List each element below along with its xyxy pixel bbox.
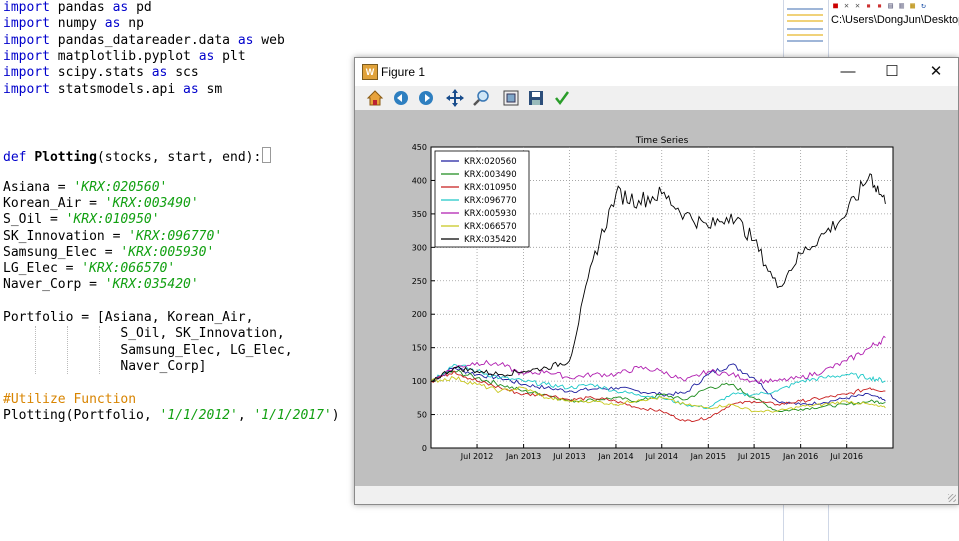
code-line-assign-s-oil: S_Oil = 'KRX:010950'	[3, 212, 160, 227]
edit-check-icon[interactable]	[553, 89, 571, 107]
x-tick-label: Jul 2015	[737, 452, 771, 461]
time-series-chart[interactable]: 0 50 100 150 200 250 300 350 400 450 Jul 2012 Jan …	[355, 110, 958, 486]
x-tick-label: Jul 2012	[460, 452, 494, 461]
save-icon[interactable]	[527, 89, 545, 107]
legend: KRX:020560 KRX:003490 KRX:010950 KRX:096770…	[434, 150, 530, 248]
home-icon[interactable]	[366, 89, 384, 107]
map-line	[787, 8, 823, 10]
legend-entry: KRX:035420	[464, 235, 517, 245]
x-tick-label: Jan 2014	[597, 452, 633, 461]
minimize-button[interactable]: —	[826, 58, 870, 86]
code-line-import-pandas: import pandas as pd	[3, 0, 152, 15]
y-tick-label: 50	[417, 411, 427, 420]
y-tick-label: 450	[412, 143, 427, 152]
subplots-icon[interactable]	[502, 89, 520, 107]
panel-toolbar: ■ ✕ ✕ ▪ ▪ ▤ ▥ ▦ ↻	[831, 1, 928, 13]
indent-guide	[67, 326, 68, 374]
chart-icon[interactable]: ▥	[897, 1, 906, 10]
maximize-button[interactable]: ☐	[870, 58, 914, 86]
map-line	[787, 28, 823, 30]
y-tick-label: 400	[412, 176, 427, 185]
y-tick-label: 350	[412, 210, 427, 219]
window-titlebar[interactable]: W Figure 1 — ☐ ✕	[355, 58, 958, 86]
code-line-import-pyplot: import matplotlib.pyplot as plt	[3, 49, 246, 64]
map-line	[787, 40, 823, 42]
y-tick-label: 150	[412, 344, 427, 353]
legend-entry: KRX:096770	[464, 196, 517, 206]
page-icon[interactable]: ▤	[886, 1, 895, 10]
chart-title: Time Series	[635, 136, 689, 146]
x-tick-label: Jul 2013	[552, 452, 586, 461]
figure-toolbar	[355, 86, 958, 111]
code-line-portfolio-2: S_Oil, SK_Innovation,	[3, 326, 285, 341]
y-tick-label: 100	[412, 377, 427, 386]
code-line-call: Plotting(Portfolio, '1/1/2012', '1/1/201…	[3, 408, 340, 423]
matplotlib-app-icon: W	[362, 64, 378, 80]
code-line-comment: #Utilize Function	[3, 392, 137, 407]
code-line-import-statsmodels: import statsmodels.api as sm	[3, 82, 223, 97]
y-tick-label: 250	[412, 277, 427, 286]
forward-arrow-icon[interactable]	[417, 89, 435, 107]
pan-icon[interactable]	[446, 89, 464, 107]
delete-icon[interactable]: ▪	[864, 1, 873, 10]
delete-all-icon[interactable]: ▪	[875, 1, 884, 10]
fold-marker[interactable]	[262, 147, 272, 163]
legend-entry: KRX:020560	[464, 157, 517, 167]
figure-canvas[interactable]: 0 50 100 150 200 250 300 350 400 450 Jul 2012 Jan …	[355, 110, 958, 486]
code-line-assign-asiana: Asiana = 'KRX:020560'	[3, 180, 168, 195]
map-line	[787, 34, 823, 36]
resize-grip-icon[interactable]	[948, 494, 956, 502]
y-tick-label: 0	[422, 444, 427, 453]
tool-icon[interactable]: ✕	[853, 1, 862, 10]
code-line-import-numpy: import numpy as np	[3, 16, 144, 31]
code-line-portfolio-3: Samsung_Elec, LG_Elec,	[3, 343, 293, 358]
code-line-import-datareader: import pandas_datareader.data as web	[3, 33, 285, 48]
code-line-def: def Plotting(stocks, start, end):	[3, 147, 272, 165]
x-tick-label: Jan 2015	[690, 452, 726, 461]
status-bar	[355, 486, 958, 504]
map-line	[787, 20, 823, 22]
y-tick-label: 300	[412, 243, 427, 252]
code-line-assign-korean-air: Korean_Air = 'KRX:003490'	[3, 196, 199, 211]
code-line-portfolio-1: Portfolio = [Asiana, Korean_Air,	[3, 310, 254, 325]
zoom-icon[interactable]	[472, 89, 490, 107]
folder-icon[interactable]: ▦	[908, 1, 917, 10]
back-arrow-icon[interactable]	[392, 89, 410, 107]
x-tick-label: Jul 2016	[829, 452, 863, 461]
y-tick-label: 200	[412, 310, 427, 319]
map-line	[787, 14, 823, 16]
code-line-portfolio-4: Naver_Corp]	[3, 359, 207, 374]
close-button[interactable]: ✕	[914, 58, 958, 86]
legend-entry: KRX:010950	[464, 183, 517, 193]
code-line-assign-lg: LG_Elec = 'KRX:066570'	[3, 261, 176, 276]
close-icon[interactable]: ✕	[842, 1, 851, 10]
stop-icon[interactable]: ■	[831, 1, 840, 10]
code-line-assign-sk-innovation: SK_Innovation = 'KRX:096770'	[3, 229, 223, 244]
indent-guide	[99, 326, 100, 374]
legend-entry: KRX:066570	[464, 222, 517, 232]
legend-entry: KRX:005930	[464, 209, 517, 219]
x-tick-label: Jul 2014	[644, 452, 678, 461]
x-tick-label: Jan 2013	[505, 452, 541, 461]
code-line-import-scipy: import scipy.stats as scs	[3, 65, 199, 80]
current-path: C:\Users\DongJun\Desktop\	[831, 14, 959, 26]
code-line-assign-samsung: Samsung_Elec = 'KRX:005930'	[3, 245, 215, 260]
legend-entry: KRX:003490	[464, 170, 517, 180]
x-tick-label: Jan 2016	[782, 452, 818, 461]
window-title: Figure 1	[381, 65, 426, 79]
code-line-assign-naver: Naver_Corp = 'KRX:035420'	[3, 277, 199, 292]
sync-icon[interactable]: ↻	[919, 1, 928, 10]
figure-window[interactable]: W Figure 1 — ☐ ✕ 0 50 100 150 200 250 30…	[354, 57, 959, 505]
indent-guide	[35, 326, 36, 374]
